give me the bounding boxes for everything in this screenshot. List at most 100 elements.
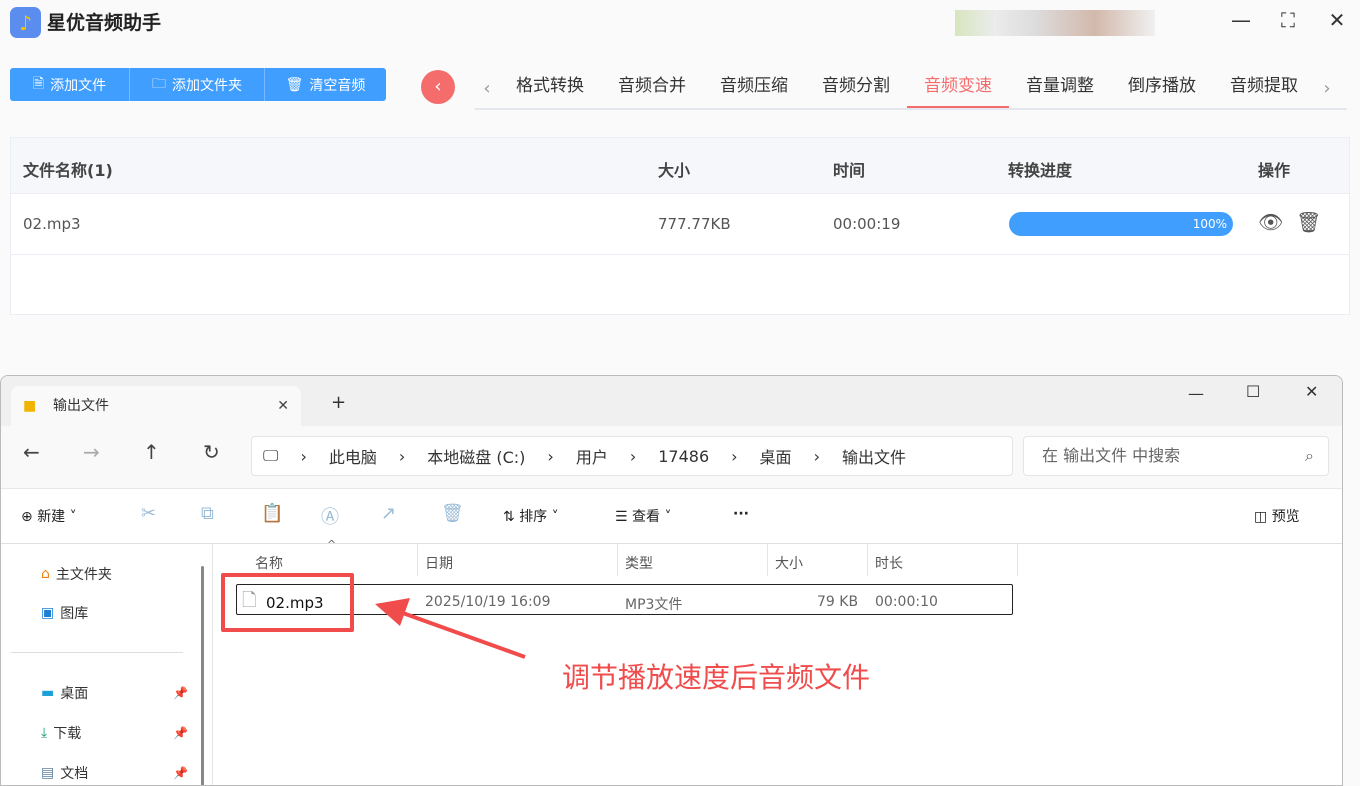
crumb[interactable]: 输出文件	[831, 444, 917, 468]
tab-extract[interactable]: 音频提取	[1213, 68, 1315, 108]
close-button[interactable]: ✕	[1305, 382, 1318, 401]
nav-gallery[interactable]: ▣ 图库	[41, 603, 88, 623]
minimize-button[interactable]: —	[1188, 384, 1204, 403]
tab-reverse[interactable]: 倒序播放	[1111, 68, 1213, 108]
delete-icon[interactable]: 🗑	[1296, 210, 1321, 234]
share-icon[interactable]: ↗	[381, 503, 396, 524]
forward-arrow-icon[interactable]: →	[83, 440, 100, 464]
rename-icon[interactable]: Ⓐ	[321, 503, 339, 529]
file-time: 00:00:19	[833, 215, 901, 233]
paste-icon[interactable]: 📋	[261, 503, 283, 524]
explorer-tab[interactable]: ■ 输出文件 ✕	[11, 386, 301, 426]
breadcrumb[interactable]: 🖵 › 此电脑 › 本地磁盘 (C:) › 用户 › 17486 › 桌面 › 输出文件	[251, 436, 1013, 476]
col-name[interactable]: 名称	[255, 553, 283, 573]
label: 添加文件	[50, 77, 107, 94]
nav-desktop[interactable]: ▬ 桌面	[41, 683, 88, 703]
feature-tabs: ‹ 格式转换 音频合并 音频压缩 音频分割 音频变速 音量调整 倒序播放 音频提…	[475, 68, 1347, 110]
crumb[interactable]: 用户	[565, 444, 619, 468]
app-logo: ♪	[10, 7, 41, 38]
tab-compress[interactable]: 音频压缩	[703, 68, 805, 108]
chevron-left-icon[interactable]: ‹	[475, 78, 499, 99]
tab-format[interactable]: 格式转换	[499, 68, 601, 108]
delete-icon[interactable]: 🗑	[441, 503, 464, 524]
sep: ›	[300, 446, 307, 466]
nav-downloads[interactable]: ⤓ 下载	[41, 723, 81, 743]
progress-fill: 100%	[1009, 212, 1233, 236]
annotation-text: 调节播放速度后音频文件	[562, 661, 871, 694]
label: 清空音频	[309, 77, 366, 94]
file-duration: 00:00:10	[875, 594, 938, 610]
add-file-button[interactable]: 🗎 添加文件	[10, 68, 130, 101]
cut-icon[interactable]: ✂	[141, 503, 156, 524]
col-type[interactable]: 类型	[625, 553, 653, 573]
scrollbar[interactable]	[201, 566, 204, 785]
search-input[interactable]: 在 输出文件 中搜索 ⌕	[1023, 436, 1329, 476]
close-button[interactable]: ✕	[1324, 8, 1350, 32]
table-row: 02.mp3 777.77KB 00:00:19 100% 👁 🗑	[11, 195, 1349, 255]
file-table: 文件名称(1) 大小 时间 转换进度 操作 02.mp3 777.77KB 00…	[10, 137, 1350, 315]
more-button[interactable]: ···	[733, 506, 749, 522]
label: 图库	[60, 606, 89, 622]
nav-documents[interactable]: ▤ 文档	[41, 763, 88, 783]
back-arrow-icon[interactable]: ←	[23, 440, 40, 464]
preview-button[interactable]: ◫ 预览	[1254, 506, 1300, 526]
view-button[interactable]: ☰ 查看 ˅	[615, 506, 671, 526]
preview-eye-icon[interactable]: 👁	[1258, 210, 1283, 234]
label: 下载	[53, 726, 82, 742]
clear-audio-button[interactable]: 🗑 清空音频	[265, 68, 386, 101]
pin-icon[interactable]: 📌	[173, 766, 188, 780]
sep: ›	[547, 446, 554, 466]
label: 排序	[519, 509, 548, 525]
tab-merge[interactable]: 音频合并	[601, 68, 703, 108]
add-folder-button[interactable]: 🗀 添加文件夹	[130, 68, 265, 101]
col-date[interactable]: 日期	[425, 553, 453, 573]
folder-icon: ■	[23, 398, 37, 414]
new-button[interactable]: ⊕ 新建 ˅	[21, 506, 77, 526]
col-progress: 转换进度	[1008, 161, 1073, 180]
label: 新建	[37, 509, 66, 525]
new-tab-icon[interactable]: +	[331, 392, 346, 413]
col-size[interactable]: 大小	[775, 553, 803, 573]
refresh-icon[interactable]: ↻	[203, 440, 220, 464]
col-name: 文件名称(1)	[23, 161, 113, 180]
sort-button[interactable]: ⇅ 排序 ˅	[503, 506, 559, 526]
col-size: 大小	[658, 161, 691, 180]
trash-icon: 🗑	[285, 76, 304, 93]
tab-split[interactable]: 音频分割	[805, 68, 907, 108]
document-icon: ▤	[41, 765, 55, 781]
up-arrow-icon[interactable]: ↑	[143, 440, 160, 464]
back-button[interactable]: ‹	[421, 70, 455, 104]
sep: ›	[629, 446, 637, 466]
divider	[767, 544, 768, 576]
nav-home[interactable]: ⌂ 主文件夹	[41, 564, 112, 584]
label: 预览	[1271, 509, 1300, 525]
crumb[interactable]: 本地磁盘 (C:)	[416, 444, 536, 468]
minimize-button[interactable]: —	[1228, 8, 1254, 32]
close-tab-icon[interactable]: ✕	[277, 386, 289, 426]
file-size: 777.77KB	[658, 215, 731, 233]
crumb[interactable]: 此电脑	[318, 444, 388, 468]
divider	[11, 652, 183, 653]
search-icon: ⌕	[1305, 446, 1314, 465]
tab-speed[interactable]: 音频变速	[907, 68, 1009, 108]
pin-icon[interactable]: 📌	[173, 726, 188, 740]
divider	[617, 544, 618, 576]
crumb[interactable]: 17486	[647, 447, 720, 466]
search-placeholder: 在 输出文件 中搜索	[1042, 446, 1181, 465]
sep: ›	[813, 446, 820, 466]
tab-volume[interactable]: 音量调整	[1009, 68, 1111, 108]
sort-asc-icon: ^	[327, 538, 337, 551]
crumb[interactable]: 桌面	[749, 444, 803, 468]
copy-icon[interactable]: ⧉	[201, 503, 214, 524]
col-duration[interactable]: 时长	[875, 553, 903, 573]
sep: ›	[731, 446, 738, 466]
tab-title: 输出文件	[53, 398, 109, 414]
user-info-blurred	[955, 10, 1155, 36]
maximize-button[interactable]: ☐	[1246, 382, 1260, 401]
pin-icon[interactable]: 📌	[173, 686, 188, 700]
maximize-icon[interactable]: ⛶	[1275, 8, 1301, 32]
app-title: 星优音频助手	[47, 12, 162, 34]
file-name: 02.mp3	[23, 215, 81, 233]
chevron-right-icon[interactable]: ›	[1315, 78, 1339, 99]
highlight-box	[221, 573, 354, 632]
